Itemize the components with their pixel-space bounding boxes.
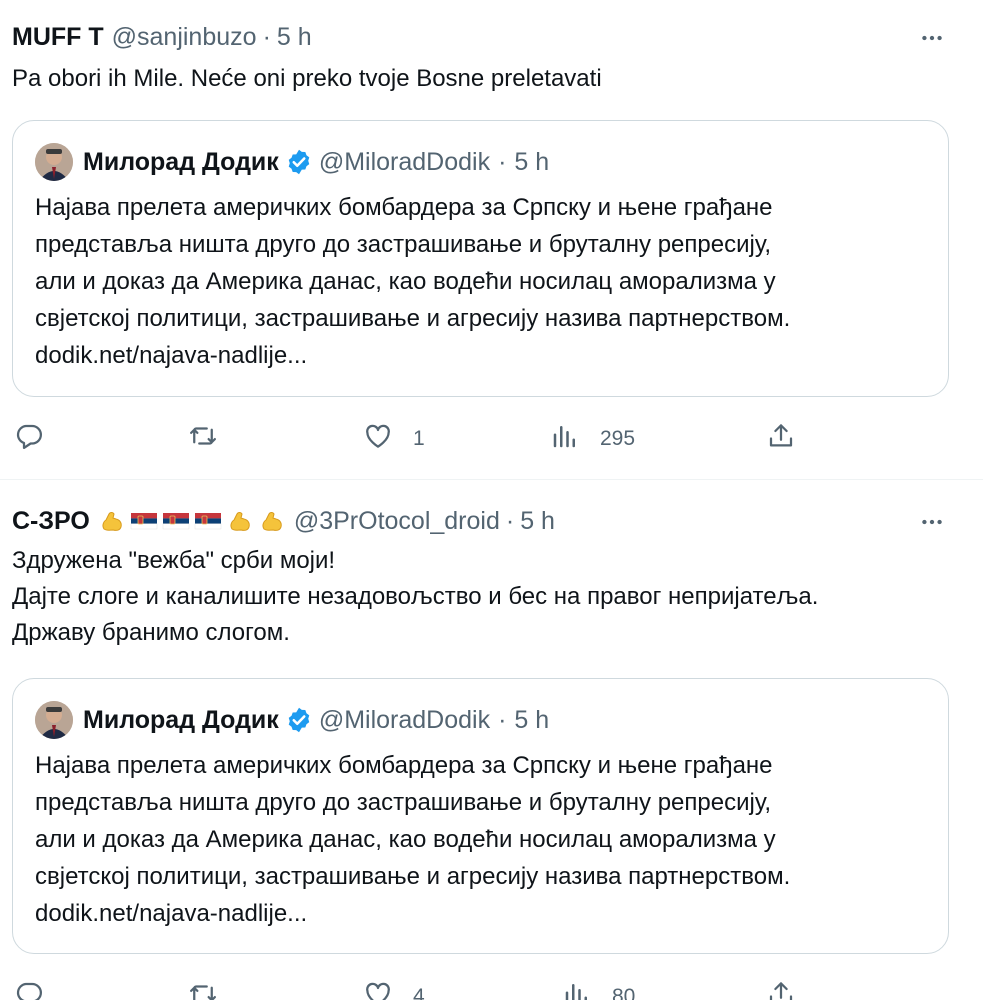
author-name[interactable]: С-ЗРО (12, 506, 90, 536)
analytics-icon (562, 979, 592, 1000)
action-bar: 1 295 (0, 419, 983, 459)
like-count: 1 (413, 427, 425, 450)
verified-badge-icon (285, 706, 313, 734)
view-count: 80 (612, 985, 636, 1000)
flexed-biceps-icon (258, 507, 286, 535)
more-options-icon[interactable] (917, 507, 947, 537)
views-button[interactable]: 80 (562, 977, 635, 1000)
share-icon (766, 421, 796, 457)
author-handle[interactable]: @3PrOtocol_droid (294, 506, 500, 536)
quoted-text-line: Најава прелета америчких бомбардера за С… (35, 752, 773, 779)
repost-icon (188, 421, 218, 457)
repost-icon (188, 979, 218, 1000)
tweet-header: С-ЗРО @3PrOtocol_droid · 5 h (12, 506, 555, 536)
share-icon (766, 979, 796, 1000)
like-button[interactable]: 1 (363, 419, 425, 459)
repost-button[interactable] (188, 419, 238, 459)
tweet[interactable]: С-ЗРО @3PrOtocol_droid · 5 h Здружена "в… (0, 480, 983, 1000)
author-name-emojis (94, 507, 286, 535)
tweet[interactable]: MUFF T @sanjinbuzo · 5 h Pa obori ih Mil… (0, 0, 983, 479)
reply-icon (14, 421, 44, 457)
serbian-flag-icon (194, 507, 222, 535)
timestamp[interactable]: 5 h (277, 22, 312, 52)
reply-icon (14, 979, 44, 1000)
separator: · (498, 148, 507, 176)
share-button[interactable] (766, 977, 796, 1000)
quoted-text-line: свјетској политици, застрашивање и агрес… (35, 305, 791, 332)
timestamp[interactable]: 5 h (520, 506, 555, 536)
repost-button[interactable] (188, 977, 238, 1000)
quoted-tweet[interactable]: Милорад Додик @MiloradDodik · 5 h Најава… (12, 120, 949, 397)
avatar[interactable] (35, 143, 73, 181)
serbian-flag-icon (130, 507, 158, 535)
quoted-tweet-text: Најава прелета америчких бомбардера за С… (35, 747, 935, 932)
quoted-timestamp[interactable]: 5 h (514, 704, 549, 736)
action-bar: 4 80 (0, 977, 983, 1000)
author-name[interactable]: MUFF T (12, 22, 104, 52)
author-handle[interactable]: @sanjinbuzo (112, 22, 257, 52)
view-count: 295 (600, 427, 636, 450)
tweet-text: Здружена "вежба" срби моји! Дајте слоге … (12, 547, 819, 646)
like-count: 4 (413, 985, 425, 1000)
quoted-link[interactable]: dodik.net/najava-nadlije... (35, 337, 935, 374)
quoted-timestamp[interactable]: 5 h (514, 146, 549, 178)
reply-button[interactable] (14, 419, 64, 459)
quoted-tweet-text: Најава прелета америчких бомбардера за С… (35, 189, 935, 374)
reply-button[interactable] (14, 977, 64, 1000)
quoted-text-line: представља ништа друго до застрашивање и… (35, 231, 772, 258)
share-button[interactable] (766, 419, 796, 459)
quoted-text-line: али и доказ да Америка данас, као водећи… (35, 268, 776, 295)
more-options-icon[interactable] (917, 23, 947, 53)
quoted-text-line: представља ништа друго до застрашивање и… (35, 789, 772, 816)
separator: · (505, 507, 515, 535)
quoted-text-line: Најава прелета америчких бомбардера за С… (35, 194, 773, 221)
tweet-header: MUFF T @sanjinbuzo · 5 h (12, 22, 312, 52)
like-button[interactable]: 4 (363, 977, 425, 1000)
quoted-author-handle[interactable]: @MiloradDodik (319, 146, 490, 178)
verified-badge-icon (285, 148, 313, 176)
avatar[interactable] (35, 701, 73, 739)
heart-icon (363, 979, 393, 1000)
separator: · (262, 23, 271, 51)
serbian-flag-icon (162, 507, 190, 535)
quoted-text-line: свјетској политици, застрашивање и агрес… (35, 863, 791, 890)
flexed-biceps-icon (98, 507, 126, 535)
quoted-link[interactable]: dodik.net/najava-nadlije... (35, 895, 935, 932)
quoted-author-name[interactable]: Милорад Додик (83, 146, 279, 178)
quoted-tweet-header: Милорад Додик @MiloradDodik · 5 h (35, 143, 549, 181)
tweet-text: Pa obori ih Mile. Neće oni preko tvoje B… (12, 65, 602, 92)
heart-icon (363, 421, 393, 457)
flexed-biceps-icon (226, 507, 254, 535)
separator: · (498, 706, 507, 734)
quoted-author-name[interactable]: Милорад Додик (83, 704, 279, 736)
quoted-tweet[interactable]: Милорад Додик @MiloradDodik · 5 h Најава… (12, 678, 949, 954)
quoted-author-handle[interactable]: @MiloradDodik (319, 704, 490, 736)
analytics-icon (550, 421, 580, 457)
views-button[interactable]: 295 (550, 419, 635, 459)
quoted-tweet-header: Милорад Додик @MiloradDodik · 5 h (35, 701, 549, 739)
quoted-text-line: али и доказ да Америка данас, као водећи… (35, 826, 776, 853)
